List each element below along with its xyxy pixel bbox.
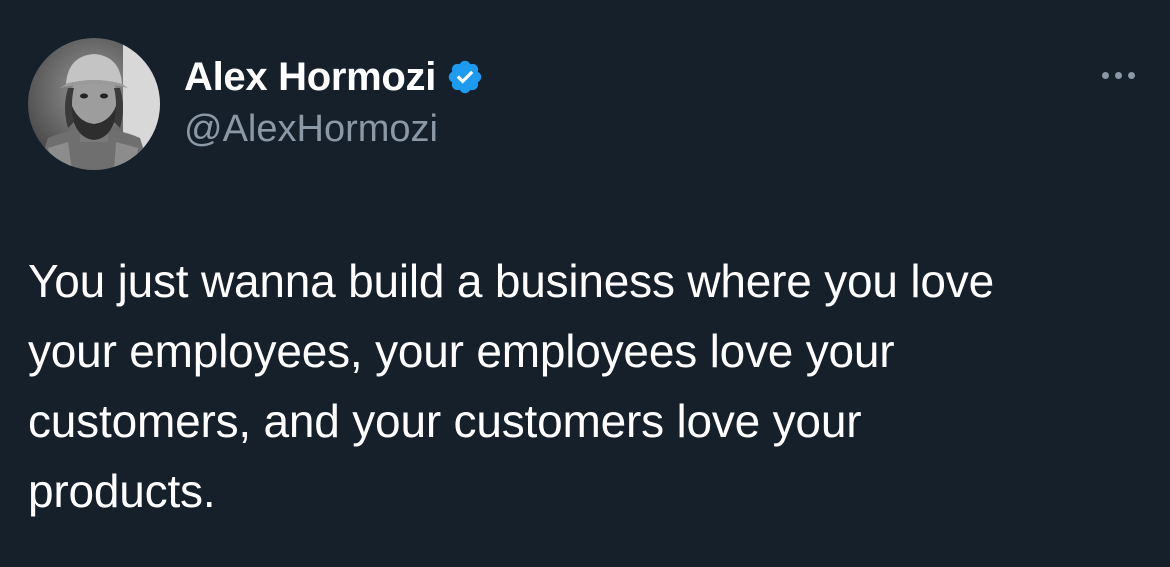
tweet-text-line: customers, and your customers love your — [28, 395, 862, 447]
author-display-name[interactable]: Alex Hormozi — [184, 55, 436, 100]
author-name-row: Alex Hormozi — [184, 52, 484, 102]
more-dot — [1114, 71, 1122, 79]
more-dot — [1127, 71, 1135, 79]
verified-badge-icon — [446, 58, 484, 96]
more-options-icon[interactable] — [1090, 60, 1146, 90]
tweet-text-line: products. — [28, 465, 216, 517]
tweet-text-line: You just wanna build a business where yo… — [28, 255, 994, 307]
tweet-text: You just wanna build a business where yo… — [28, 246, 1138, 526]
tweet-card: Alex Hormozi @AlexHormozi You just wanna… — [0, 0, 1170, 567]
avatar-photo — [28, 38, 160, 170]
author-avatar[interactable] — [28, 38, 160, 170]
more-dot — [1101, 71, 1109, 79]
author-handle[interactable]: @AlexHormozi — [184, 108, 438, 151]
tweet-text-line: your employees, your employees love your — [28, 325, 895, 377]
